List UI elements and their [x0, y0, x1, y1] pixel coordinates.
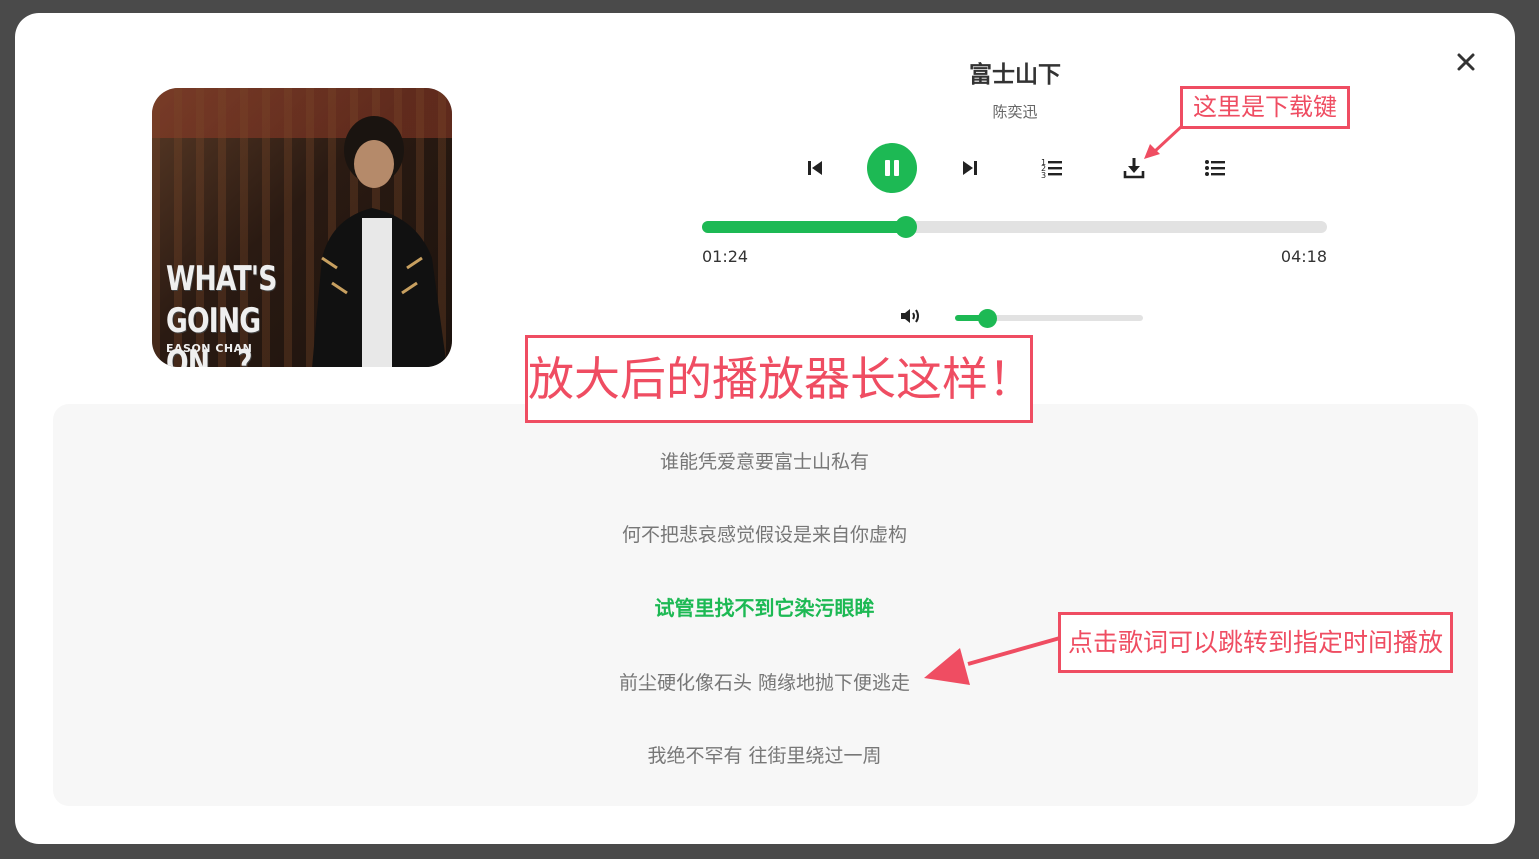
lyric-click-annotation: 点击歌词可以跳转到指定时间播放	[1058, 612, 1453, 673]
current-time: 01:24	[702, 247, 749, 266]
volume-button[interactable]	[899, 306, 923, 330]
progress-bar[interactable]	[702, 216, 1327, 238]
cover-person-illustration	[312, 116, 447, 367]
progress-thumb[interactable]	[895, 216, 918, 238]
next-button[interactable]	[960, 158, 980, 178]
song-title: 富士山下	[969, 62, 1061, 88]
total-time: 04:18	[1280, 247, 1327, 266]
album-cover: WHAT'S GOING ON...? EASON CHAN	[152, 88, 452, 367]
lyric-arrow-icon	[924, 636, 1061, 685]
lyrics-panel: 谁能凭爱意要富士山私有 何不把悲哀感觉假设是来自你虚构 试管里找不到它染污眼眸 …	[53, 404, 1478, 806]
volume-icon	[901, 309, 919, 323]
enlarged-player-annotation: 放大后的播放器长这样！	[525, 335, 1034, 423]
cover-title-line1: WHAT'S	[166, 259, 277, 299]
pause-button[interactable]	[867, 143, 917, 193]
download-annotation: 这里是下载键	[1180, 86, 1350, 129]
download-arrow-icon	[1144, 124, 1184, 159]
lyrics-list: 谁能凭爱意要富士山私有 何不把悲哀感觉假设是来自你虚构 试管里找不到它染污眼眸 …	[53, 404, 1478, 806]
cover-artist: EASON CHAN	[166, 342, 253, 355]
volume-thumb[interactable]	[977, 309, 997, 328]
lyric-line[interactable]: 我绝不罕有 往街里绕过一周	[53, 741, 1478, 768]
playlist-icon	[1205, 160, 1225, 176]
lyric-line[interactable]: 何不把悲哀感觉假设是来自你虚构	[53, 520, 1478, 547]
previous-button[interactable]	[805, 158, 825, 178]
svg-text:3: 3	[1041, 171, 1046, 180]
lyric-line[interactable]: 谁能凭爱意要富士山私有	[53, 447, 1478, 474]
skip-next-icon	[963, 161, 977, 175]
skip-previous-icon	[808, 161, 822, 175]
progress-fill	[702, 221, 907, 233]
cover-title-line2: GOING ON...?	[166, 301, 261, 367]
playlist-button[interactable]	[1203, 156, 1227, 180]
close-button[interactable]	[1455, 51, 1477, 73]
volume-slider[interactable]	[955, 309, 1143, 328]
pause-icon	[885, 160, 899, 176]
player-modal: WHAT'S GOING ON...? EASON CHAN 富士山下 陈奕迅 …	[15, 13, 1515, 844]
numbered-list-icon: 1 2 3	[1041, 158, 1062, 180]
song-artist: 陈奕迅	[992, 103, 1038, 121]
ordered-list-button[interactable]: 1 2 3	[1040, 156, 1064, 180]
close-icon	[1457, 53, 1475, 71]
